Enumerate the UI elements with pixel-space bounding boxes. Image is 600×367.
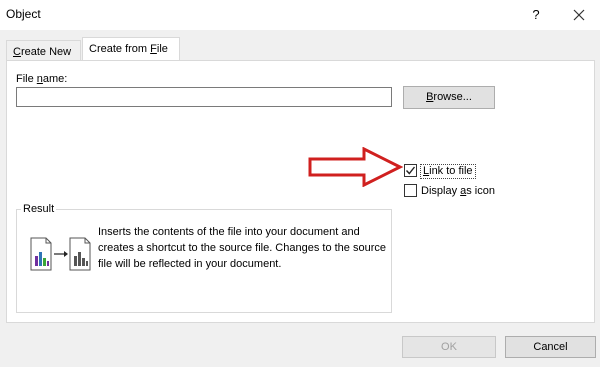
window-title: Object bbox=[6, 7, 41, 21]
display-as-icon-label[interactable]: Display as icon bbox=[421, 185, 495, 197]
tab-create-from-file-label: Create from File bbox=[89, 43, 168, 55]
cancel-button[interactable]: Cancel bbox=[505, 336, 596, 358]
close-button[interactable] bbox=[568, 4, 590, 26]
help-button[interactable]: ? bbox=[525, 4, 547, 26]
display-as-icon-checkbox[interactable] bbox=[404, 184, 417, 197]
browse-button[interactable]: Browse... bbox=[403, 86, 495, 109]
ok-button[interactable]: OK bbox=[402, 336, 496, 358]
result-legend: Result bbox=[21, 203, 57, 215]
tab-create-from-file[interactable]: Create from File bbox=[82, 37, 180, 60]
red-arrow-annotation bbox=[308, 147, 404, 187]
tab-create-new[interactable]: Create New bbox=[6, 40, 81, 61]
link-to-file-checkbox[interactable] bbox=[404, 164, 417, 177]
linked-file-icon bbox=[30, 237, 91, 271]
link-to-file-label[interactable]: Link to file bbox=[420, 164, 476, 179]
file-name-label: File name: bbox=[16, 73, 68, 85]
checkmark-icon bbox=[405, 166, 416, 175]
file-name-input[interactable] bbox=[16, 87, 392, 107]
close-icon bbox=[573, 9, 585, 21]
result-description: Inserts the contents of the file into yo… bbox=[98, 226, 386, 270]
title-bar: Object ? bbox=[0, 0, 600, 30]
tab-create-new-label: Create New bbox=[13, 46, 72, 58]
